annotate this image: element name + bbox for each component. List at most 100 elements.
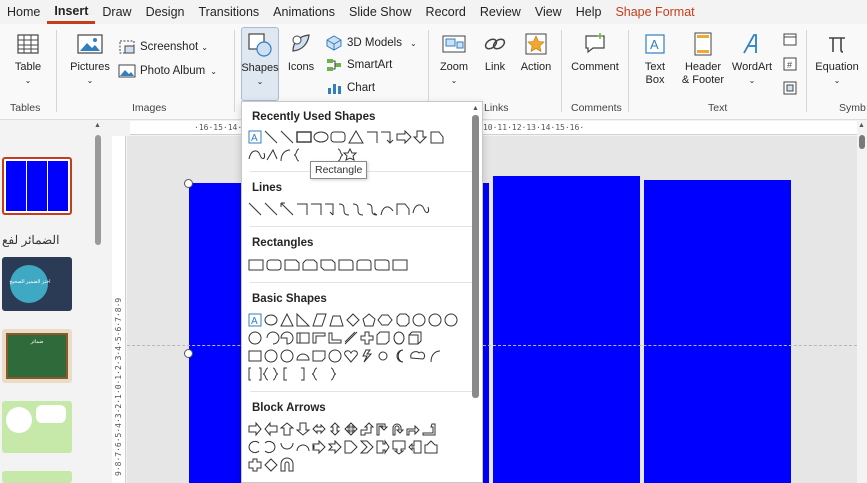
trapezoid-icon[interactable]: [329, 315, 344, 327]
round-diagonal-rectangle-icon[interactable]: [374, 259, 390, 271]
canvas-scrollbar[interactable]: ▲: [857, 121, 867, 483]
bevel-icon[interactable]: [248, 350, 262, 362]
snip-corner-rectangle-icon[interactable]: [284, 259, 300, 271]
zoom-button[interactable]: Zoom ⌄: [437, 30, 471, 87]
parallelogram-icon[interactable]: [312, 313, 327, 327]
tab-shape-format[interactable]: Shape Format: [608, 0, 701, 24]
right-brace-icon[interactable]: [330, 367, 337, 381]
triangle-shape-icon[interactable]: [280, 312, 294, 327]
scroll-up-icon[interactable]: ▲: [471, 104, 480, 113]
double-brace-icon[interactable]: [262, 367, 279, 381]
folded-corner-icon[interactable]: [312, 350, 326, 362]
rectangle-shape-icon[interactable]: [248, 259, 264, 271]
up-down-arrow-icon[interactable]: [329, 422, 341, 436]
curve-shape-icon[interactable]: [380, 206, 394, 216]
header-footer-button[interactable]: Header & Footer: [678, 30, 728, 87]
textbox-shape-icon[interactable]: A: [248, 313, 262, 327]
right-bracket-icon[interactable]: [301, 367, 305, 381]
icons-button[interactable]: Icons: [285, 30, 317, 74]
curved-double-arrow-icon[interactable]: [366, 203, 378, 216]
elbow-double-arrow-icon[interactable]: [325, 203, 334, 216]
scribble-shape-icon[interactable]: [412, 204, 429, 214]
u-turn-arrow-icon[interactable]: [392, 423, 405, 436]
photo-album-button[interactable]: Photo Album ⌄: [118, 63, 217, 79]
dodecagon-icon[interactable]: [428, 313, 442, 327]
elbow-connector-icon[interactable]: [297, 203, 308, 215]
heptagon-icon[interactable]: [396, 313, 410, 327]
rounded-rectangle-shape-icon[interactable]: [266, 259, 282, 271]
slide-number-button[interactable]: #: [781, 56, 803, 72]
cloud-icon[interactable]: [410, 351, 426, 360]
wordart-button[interactable]: WordArt ⌄: [730, 30, 774, 87]
elbow-arrow-icon[interactable]: [381, 131, 394, 144]
no-symbol-icon[interactable]: [280, 349, 294, 363]
snip-diagonal-rectangle-icon[interactable]: [320, 259, 336, 271]
slide-thumbnail-5[interactable]: [2, 471, 72, 483]
elbow-arrow-connector-icon[interactable]: [311, 203, 322, 215]
right-triangle-icon[interactable]: [296, 312, 311, 327]
object-button[interactable]: [781, 80, 803, 96]
triangle-shape-icon[interactable]: [348, 130, 364, 144]
left-right-arrow-icon[interactable]: [312, 423, 326, 435]
curved-up-arrow-icon[interactable]: [280, 442, 294, 450]
scrollbar-thumb[interactable]: [859, 135, 865, 149]
curved-arrow-connector-icon[interactable]: [352, 203, 364, 216]
tab-slide-show[interactable]: Slide Show: [342, 0, 419, 24]
down-arrow-icon[interactable]: [412, 130, 428, 144]
freeform-shape-icon[interactable]: [396, 203, 410, 215]
diagonal-stripe-icon[interactable]: [344, 331, 358, 345]
plaque-icon[interactable]: [376, 331, 390, 345]
tab-insert[interactable]: Insert: [47, 0, 96, 24]
rounded-rectangle-shape-icon[interactable]: [330, 131, 346, 143]
line-shape-icon[interactable]: [248, 202, 262, 216]
left-up-arrow-icon[interactable]: [406, 424, 420, 436]
slide-canvas[interactable]: [127, 136, 857, 483]
rectangle-shape-icon[interactable]: [392, 259, 408, 271]
screenshot-button[interactable]: Screenshot ⌄: [118, 39, 208, 55]
curved-right-arrow-icon[interactable]: [248, 440, 260, 454]
comment-button[interactable]: Comment: [569, 30, 621, 74]
striped-right-arrow-icon[interactable]: [312, 439, 326, 455]
right-arrow-callout-icon[interactable]: [376, 439, 390, 455]
3d-models-button[interactable]: 3D Models ⌄: [325, 35, 417, 51]
smiley-face-icon[interactable]: [328, 349, 342, 363]
pictures-button[interactable]: Pictures ⌄: [66, 30, 114, 87]
curved-down-arrow-icon[interactable]: [296, 444, 310, 452]
cube-icon[interactable]: [408, 331, 422, 345]
can-shape-icon[interactable]: [393, 331, 405, 345]
thumbnail-scrollbar[interactable]: ▲: [93, 121, 103, 483]
scrollbar-thumb[interactable]: [95, 135, 101, 245]
resize-handle[interactable]: [184, 349, 193, 358]
donut-icon[interactable]: [264, 349, 278, 363]
left-arrow-callout-icon[interactable]: [408, 440, 422, 454]
shapes-button[interactable]: Shapes ⌄: [241, 27, 279, 101]
hexagon-icon[interactable]: [377, 314, 393, 326]
slide-thumbnail-2[interactable]: اختر الضمير الصحيح: [2, 257, 72, 311]
left-bracket-icon[interactable]: [283, 367, 287, 381]
pie-shape-icon[interactable]: [444, 313, 458, 327]
snip-same-side-rectangle-icon[interactable]: [302, 259, 318, 271]
slide-thumbnail-1[interactable]: [2, 157, 72, 215]
action-button[interactable]: Action: [517, 30, 555, 74]
notched-right-arrow-icon[interactable]: [327, 439, 342, 455]
tab-design[interactable]: Design: [139, 0, 192, 24]
left-brace-icon[interactable]: [311, 367, 318, 381]
blue-rectangle-3[interactable]: [644, 180, 791, 483]
resize-handle[interactable]: [184, 179, 193, 188]
tab-view[interactable]: View: [528, 0, 569, 24]
left-right-up-arrow-icon[interactable]: [360, 422, 375, 436]
up-arrow-icon[interactable]: [279, 422, 295, 436]
up-arrow-callout-icon[interactable]: [424, 440, 438, 454]
tab-transitions[interactable]: Transitions: [191, 0, 266, 24]
right-arrow-icon[interactable]: [248, 421, 262, 437]
round-corner-rectangle-icon[interactable]: [338, 259, 354, 271]
line-arrow-icon[interactable]: [264, 202, 278, 216]
tab-draw[interactable]: Draw: [95, 0, 138, 24]
left-arrow-icon[interactable]: [264, 421, 278, 437]
lightning-bolt-icon[interactable]: [362, 349, 373, 363]
diamond-icon[interactable]: [346, 313, 360, 327]
blue-rectangle-2[interactable]: [493, 176, 640, 483]
decagon-icon[interactable]: [412, 313, 426, 327]
elbow-connector-icon[interactable]: [367, 131, 378, 143]
right-arrow-icon[interactable]: [396, 129, 412, 145]
